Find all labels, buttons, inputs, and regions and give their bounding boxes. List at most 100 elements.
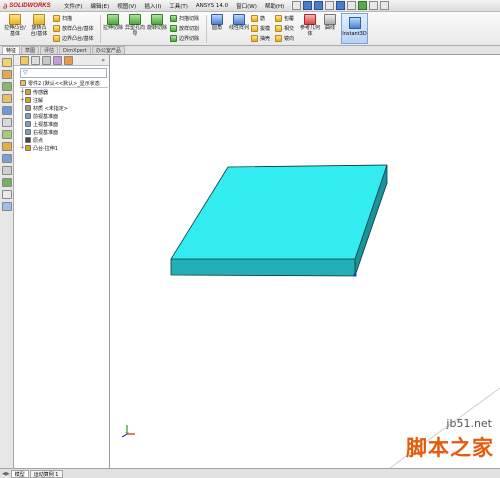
linear-pattern-label: 线性阵列 [228,25,249,31]
sweep-icon [53,15,60,22]
expand-panel-icon[interactable]: » [101,57,105,64]
solidworks-resources-icon[interactable] [2,202,12,211]
wrap-button[interactable]: 包覆 [275,15,294,22]
dimxpert-manager-icon[interactable] [2,94,12,103]
tab-motion-study[interactable]: 运动算例 1 [29,469,63,478]
tree-root[interactable]: 零件2 (默认<<默认>_显示状态 [20,79,108,88]
tab-sketch[interactable]: 草图 [21,46,40,54]
menu-help[interactable]: 帮助(H) [261,2,288,10]
menu-view[interactable]: 视图(V) [113,2,140,10]
tree-item-label: 材质 <未指定> [33,105,68,112]
boss-extrude-button[interactable]: 拉伸凸台/基体 [3,14,27,37]
tree-item[interactable]: 上视基准面 [20,120,108,128]
tab-dimxpert[interactable]: DimXpert [59,46,91,54]
draft-button[interactable]: 拔模 [251,25,270,32]
block-top-face[interactable] [171,165,387,259]
feature-tree: 零件2 (默认<<默认>_显示状态 + 传感器 + 注解 材质 <未指定> 前视基准面 上视… [20,79,108,152]
loft-button[interactable]: 放样凸台/基体 [53,25,94,32]
revolved-cut-button[interactable]: 旋转切除 [147,14,167,32]
menu-ansys[interactable]: ANSYS 14.0 [192,3,232,9]
hole-wizard-button[interactable]: 异型孔向导 [125,14,145,37]
property-manager-icon[interactable] [2,70,12,79]
save-icon[interactable] [314,1,324,10]
revolve-boss-button[interactable]: 旋转凸台/基体 [29,14,49,37]
swept-cut-button[interactable]: 扫描切除 [170,15,199,22]
tree-item[interactable]: + 凸台-拉伸1 [20,144,108,152]
command-manager-ribbon: 拉伸凸台/基体 旋转凸台/基体 扫描 放样凸台/基体 边界凸台/基体 拉伸切除 … [0,12,500,46]
fillet-button[interactable]: 圆角 [209,14,225,32]
menu-file[interactable]: 文件(F) [60,2,86,10]
config-manager-icon[interactable] [2,82,12,91]
extruded-cut-button[interactable]: 拉伸切除 [103,14,123,32]
revolved-cut-label: 旋转切除 [147,25,168,31]
pattern-icon[interactable] [2,178,12,187]
fillet-icon [211,14,223,25]
boundary-boss-button[interactable]: 边界凸台/基体 [53,35,94,42]
sweep-button[interactable]: 扫描 [53,15,72,22]
tree-item[interactable]: 右视基准面 [20,128,108,136]
wrap-label: 包覆 [284,16,295,22]
bottom-tab-bar: ◀▶ 模型 运动算例 1 [0,468,500,478]
linear-pattern-icon [233,14,245,25]
mirror-button[interactable]: 镜向 [275,35,294,42]
tree-item[interactable]: 原点 [20,136,108,144]
boundary-cut-button[interactable]: 边界切除 [170,35,199,42]
undo-icon[interactable] [336,1,346,10]
view-palette-icon[interactable] [2,142,12,151]
file-explorer-icon[interactable] [2,130,12,139]
tab-features[interactable]: 特征 [2,46,21,54]
tab-model[interactable]: 模型 [10,469,29,478]
intersect-label: 相交 [284,26,295,32]
print-icon[interactable] [325,1,335,10]
intersect-button[interactable]: 相交 [275,25,294,32]
menu-insert[interactable]: 插入(I) [140,2,165,10]
custom-properties-icon[interactable] [2,166,12,175]
rebuild-icon[interactable] [358,1,368,10]
linear-pattern-button[interactable]: 线性阵列 [228,14,250,32]
tab-office-products[interactable]: 办公室产品 [91,46,125,54]
menu-window[interactable]: 窗口(W) [232,2,261,10]
design-library-icon[interactable] [2,118,12,127]
display-manager-icon[interactable] [2,106,12,115]
tab-nav-arrows-icon[interactable]: ◀▶ [2,471,10,477]
configuration-tab-icon[interactable] [42,55,51,65]
tree-item[interactable]: + 注解 [20,96,108,104]
property-tab-icon[interactable] [31,55,40,65]
graphics-area[interactable]: jb51.net 脚本之家 [110,55,500,468]
menu-edit[interactable]: 编辑(E) [86,2,113,10]
feature-manager-icon[interactable] [2,58,12,67]
select-icon[interactable] [347,1,357,10]
instant3d-button[interactable]: Instant3D [341,13,368,44]
revolve-boss-label: 旋转凸台/基体 [30,25,48,37]
menu-tools[interactable]: 工具(T) [165,2,192,10]
new-document-icon[interactable] [292,1,302,10]
tab-evaluate[interactable]: 评估 [40,46,59,54]
annotations-icon [25,97,31,103]
options-icon[interactable] [380,1,390,10]
reference-geometry-button[interactable]: 参考几何体 [300,14,320,37]
tree-item[interactable]: 前视基准面 [20,112,108,120]
open-icon[interactable] [303,1,313,10]
feature-tree-tab-icon[interactable] [20,55,29,65]
tree-item-label: 传感器 [33,89,49,96]
rib-icon [251,15,258,22]
block-front-face[interactable] [171,259,355,276]
shell-button[interactable]: 抽壳 [251,35,270,42]
solidworks-logo-icon: ∂ [3,0,8,11]
display-tab-icon[interactable] [64,55,73,65]
sketch-icon[interactable] [2,190,12,199]
tree-item[interactable]: + 传感器 [20,88,108,96]
tree-item[interactable]: 材质 <未指定> [20,104,108,112]
filter-field[interactable]: ▽ [20,68,107,78]
rib-button[interactable]: 筋 [251,15,265,22]
watermark-site: jb51.net [446,417,492,430]
file-properties-icon[interactable] [369,1,379,10]
shell-icon [251,35,258,42]
reference-triad-icon [121,425,135,438]
appearances-icon[interactable] [2,154,12,163]
dimxpert-tab-icon[interactable] [53,55,62,65]
filter-icon: ▽ [23,69,28,76]
app-logo[interactable]: ∂ SOLIDWORKS [0,0,60,12]
curves-button[interactable]: 曲线 [322,14,338,32]
lofted-cut-button[interactable]: 放样切割 [170,25,199,32]
